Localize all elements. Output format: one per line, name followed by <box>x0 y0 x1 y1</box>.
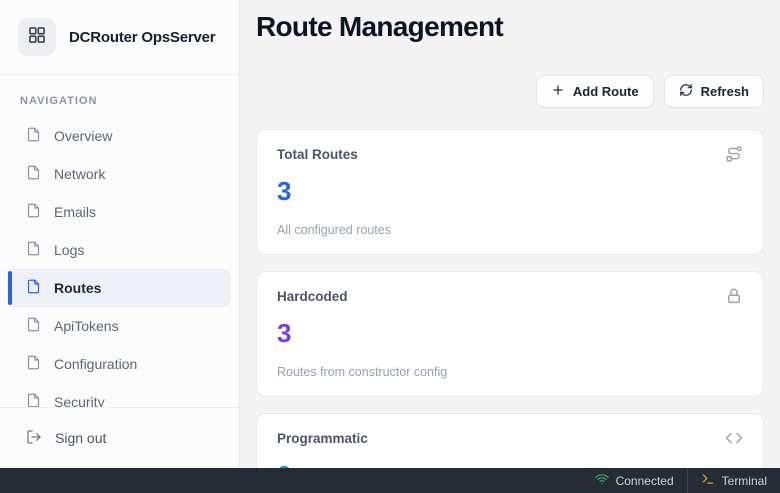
sidebar-item-security[interactable]: Security <box>8 383 231 407</box>
sidebar-footer: Sign out <box>0 407 239 468</box>
sidebar-item-label: ApiTokens <box>54 318 119 334</box>
file-icon <box>26 203 41 221</box>
main-content: Route Management Add Route Refresh Total… <box>240 0 780 468</box>
file-icon <box>26 355 41 373</box>
card-value: 3 <box>277 177 743 206</box>
nav-section-label: NAVIGATION <box>0 95 239 107</box>
card-title: Programmatic <box>277 431 368 446</box>
brand-name: DCRouter OpsServer <box>69 29 215 46</box>
file-icon <box>26 165 41 183</box>
sidebar-item-label: Routes <box>54 280 101 296</box>
file-icon <box>26 241 41 259</box>
sidebar-header: DCRouter OpsServer <box>0 0 239 75</box>
sidebar-item-label: Configuration <box>54 356 137 372</box>
sidebar-item-label: Network <box>54 166 105 182</box>
sidebar-item-label: Emails <box>54 204 96 220</box>
sidebar-item-overview[interactable]: Overview <box>8 117 231 155</box>
card-title: Hardcoded <box>277 289 348 304</box>
sidebar-nav: NAVIGATION Overview Network Emails Logs … <box>0 75 239 407</box>
wifi-icon <box>595 472 609 489</box>
file-icon <box>26 279 41 297</box>
sidebar-item-network[interactable]: Network <box>8 155 231 193</box>
card-description: All configured routes <box>277 223 743 237</box>
hardcoded-card: Hardcoded 3 Routes from constructor conf… <box>256 271 764 397</box>
lock-icon <box>725 287 743 310</box>
refresh-button[interactable]: Refresh <box>664 75 764 108</box>
sidebar-item-logs[interactable]: Logs <box>8 231 231 269</box>
file-icon <box>26 127 41 145</box>
total-routes-card: Total Routes 3 All configured routes <box>256 129 764 255</box>
card-title: Total Routes <box>277 147 358 162</box>
sidebar-item-configuration[interactable]: Configuration <box>8 345 231 383</box>
terminal-label: Terminal <box>722 474 767 488</box>
grid-icon <box>27 25 47 50</box>
status-bar: Connected Terminal <box>0 468 780 493</box>
programmatic-card: Programmatic 0 <box>256 413 764 468</box>
sidebar-item-apitokens[interactable]: ApiTokens <box>8 307 231 345</box>
plus-icon <box>551 83 565 100</box>
sidebar-item-label: Security <box>54 394 105 407</box>
toolbar: Add Route Refresh <box>256 75 764 108</box>
card-value: 0 <box>277 461 743 468</box>
route-icon <box>725 145 743 168</box>
page-title: Route Management <box>256 11 764 43</box>
file-icon <box>26 393 41 407</box>
sidebar: DCRouter OpsServer NAVIGATION Overview N… <box>0 0 240 468</box>
card-description: Routes from constructor config <box>277 365 743 379</box>
code-icon <box>725 429 743 452</box>
app-window: DCRouter OpsServer NAVIGATION Overview N… <box>0 0 780 468</box>
terminal-icon <box>701 472 715 489</box>
sign-out-label: Sign out <box>55 430 106 446</box>
stat-cards: Total Routes 3 All configured routes Har… <box>256 129 764 468</box>
refresh-label: Refresh <box>701 84 749 99</box>
file-icon <box>26 317 41 335</box>
terminal-toggle[interactable]: Terminal <box>688 468 780 493</box>
sidebar-item-emails[interactable]: Emails <box>8 193 231 231</box>
sign-out-button[interactable]: Sign out <box>0 429 106 448</box>
app-logo <box>18 18 56 56</box>
sidebar-item-label: Overview <box>54 128 112 144</box>
connection-status-label: Connected <box>616 474 674 488</box>
card-value: 3 <box>277 319 743 348</box>
sidebar-item-routes[interactable]: Routes <box>8 269 231 307</box>
add-route-label: Add Route <box>573 84 639 99</box>
refresh-icon <box>679 83 693 100</box>
add-route-button[interactable]: Add Route <box>536 75 654 108</box>
log-out-icon <box>26 429 42 448</box>
sidebar-item-label: Logs <box>54 242 84 258</box>
connection-status[interactable]: Connected <box>582 468 687 493</box>
